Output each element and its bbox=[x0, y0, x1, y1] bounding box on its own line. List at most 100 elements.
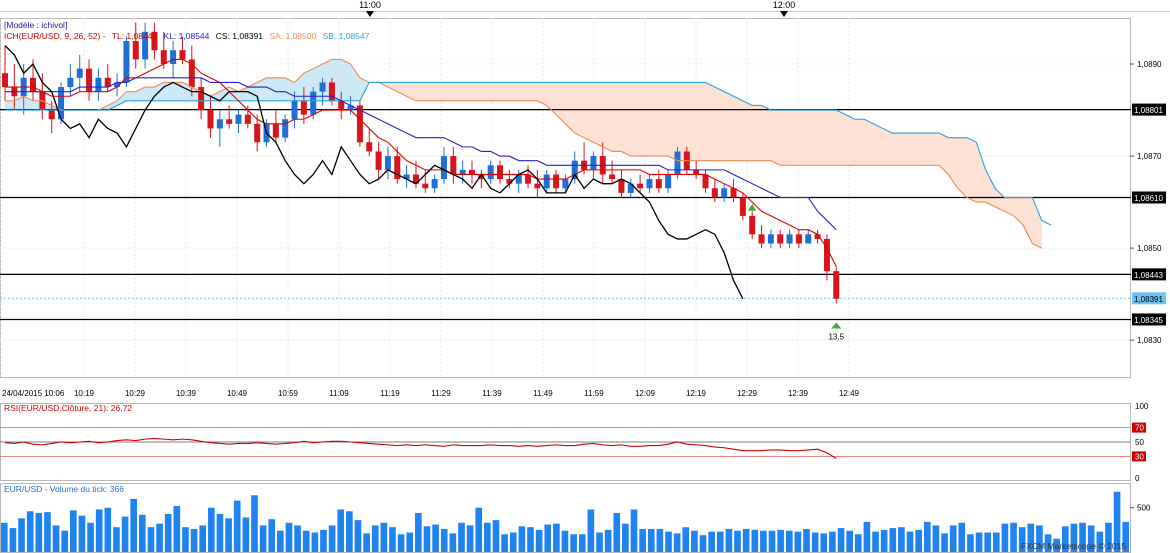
rsi-panel: 100 70 50 30 0 RSI(EUR/USD.Clôture, 21): 26,… bbox=[0, 402, 1149, 483]
cloud-segment bbox=[424, 82, 435, 102]
volume-bar bbox=[406, 532, 414, 552]
volume-bar bbox=[78, 515, 86, 552]
cloud-segment bbox=[649, 82, 660, 157]
x-tick-label: 10:29 bbox=[125, 389, 146, 398]
time-marker-arrow-1200 bbox=[780, 11, 788, 17]
volume-bar bbox=[113, 527, 120, 552]
volume-bar bbox=[673, 533, 681, 552]
cloud-segment bbox=[910, 132, 921, 166]
volume-bar bbox=[613, 513, 621, 552]
volume-bar bbox=[975, 532, 983, 552]
candle-body bbox=[328, 82, 335, 101]
volume-bar bbox=[277, 530, 284, 552]
volume-bar bbox=[18, 518, 25, 552]
cloud-segment bbox=[901, 132, 912, 166]
cloud-segment bbox=[733, 95, 744, 161]
candle-body bbox=[170, 50, 177, 65]
volume-panel: 500 EUR/USD - Volume du tick: 366 FXCM M… bbox=[0, 483, 1151, 553]
level-price-label: 1,08610 bbox=[1134, 194, 1163, 203]
volume-bar bbox=[665, 531, 672, 552]
volume-bar bbox=[656, 528, 664, 552]
rsi-tick-label: 50 bbox=[1135, 438, 1144, 447]
candle-body bbox=[48, 110, 55, 120]
volume-bar bbox=[397, 534, 405, 552]
cloud-segment bbox=[490, 82, 501, 102]
volume-bar bbox=[354, 520, 362, 552]
volume-bar bbox=[647, 528, 655, 552]
x-tick-label: 12:49 bbox=[839, 389, 860, 398]
candle-body bbox=[590, 156, 597, 170]
rsi-tick-label: 0 bbox=[1135, 474, 1140, 483]
volume-bar bbox=[156, 523, 163, 552]
level-price-label: 1,08345 bbox=[1134, 316, 1163, 325]
candle-body bbox=[422, 183, 429, 189]
rsi-label: RSI(EUR/USD.Clôture, 21): 26,72 bbox=[4, 403, 132, 413]
volume-bar bbox=[225, 518, 232, 552]
volume-bar bbox=[604, 529, 612, 552]
cloud-segment bbox=[845, 114, 856, 166]
level-price-label: 1,08801 bbox=[1134, 106, 1163, 115]
candle-body bbox=[160, 50, 167, 65]
volume-bar bbox=[863, 521, 871, 552]
rsi-tick-label: 100 bbox=[1135, 402, 1149, 411]
volume-bar bbox=[622, 523, 629, 552]
candle-body bbox=[543, 174, 550, 189]
volume-bar bbox=[415, 513, 422, 552]
candle-body bbox=[366, 142, 373, 152]
candle-body bbox=[618, 179, 625, 193]
volume-bar bbox=[785, 530, 793, 552]
cloud-segment bbox=[434, 82, 445, 102]
volume-bar bbox=[630, 509, 638, 552]
volume-bar bbox=[87, 522, 94, 552]
cloud-segment bbox=[789, 109, 800, 166]
candle-body bbox=[95, 77, 102, 92]
volume-bar bbox=[242, 517, 250, 552]
volume-bar bbox=[794, 531, 802, 552]
footer-copyright: FXCM Marketscope © 2015 bbox=[1021, 541, 1126, 551]
candle-body bbox=[646, 179, 653, 189]
cloud-segment bbox=[621, 82, 632, 157]
level-price-label: 1,08443 bbox=[1134, 271, 1163, 280]
volume-bar bbox=[501, 534, 508, 552]
volume-bar bbox=[958, 522, 966, 552]
x-tick-label: 12:29 bbox=[737, 389, 758, 398]
candle-body bbox=[216, 119, 223, 129]
candle-body bbox=[767, 234, 774, 244]
x-tick-label: 11:09 bbox=[329, 389, 349, 398]
cloud-segment bbox=[453, 82, 463, 102]
volume-bar bbox=[811, 532, 819, 552]
volume-bar bbox=[320, 529, 327, 552]
candle-body bbox=[739, 197, 746, 216]
candle-body bbox=[226, 119, 233, 124]
x-tick-label: 10:49 bbox=[227, 389, 248, 398]
volume-bar bbox=[208, 507, 215, 552]
volume-bar bbox=[535, 529, 543, 552]
volume-bar bbox=[1010, 522, 1017, 552]
cloud-segment bbox=[863, 118, 874, 166]
volume-label: EUR/USD - Volume du tick: 366 bbox=[4, 484, 124, 494]
time-axis: 24/04/2015 10:06 10:19 10:29 10:39 10:49 10:5… bbox=[2, 389, 860, 398]
volume-bar bbox=[527, 527, 534, 552]
candle-body bbox=[132, 41, 139, 60]
volume-bar bbox=[889, 528, 897, 552]
x-tick-label: 24/04/2015 10:06 bbox=[2, 389, 65, 398]
volume-bar bbox=[777, 529, 784, 552]
cloud-segment bbox=[126, 91, 137, 102]
legend-senkou-b: SB: 1,08547 bbox=[323, 31, 370, 41]
candle-body bbox=[179, 50, 186, 60]
volume-bar bbox=[182, 527, 189, 552]
candle-body bbox=[665, 174, 672, 189]
cloud-segment bbox=[705, 81, 716, 161]
x-tick-label: 10:19 bbox=[74, 389, 95, 398]
x-tick-label: 11:29 bbox=[431, 389, 451, 398]
candle-body bbox=[562, 179, 569, 189]
volume-bar bbox=[216, 513, 224, 552]
rsi-tick-label: 30 bbox=[1135, 452, 1144, 461]
volume-bar bbox=[941, 533, 948, 552]
cloud-segment bbox=[471, 82, 482, 102]
candle-body bbox=[244, 114, 251, 124]
cloud-segment bbox=[723, 91, 734, 161]
cloud-segment bbox=[499, 82, 510, 102]
cloud-segment bbox=[826, 109, 837, 166]
volume-bar bbox=[199, 525, 207, 552]
